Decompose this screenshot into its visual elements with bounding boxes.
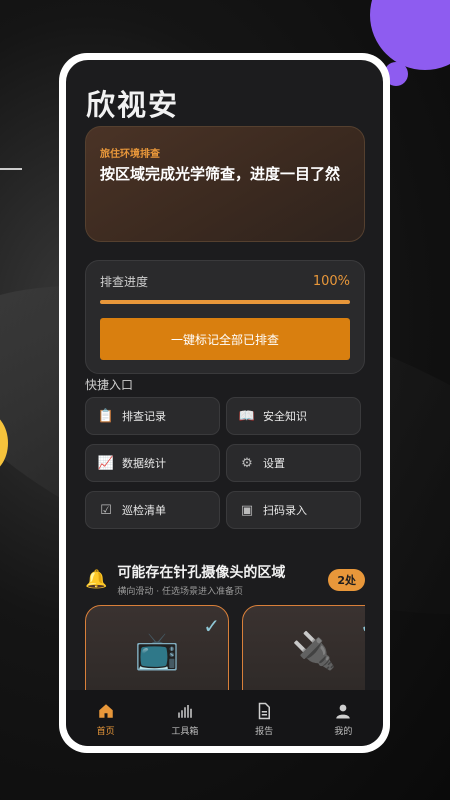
hidden-areas-header: 🔔 可能存在针孔摄像头的区域 横向滑动 · 任选场景进入准备页 2处 — [85, 562, 365, 597]
bottom-tab-bar: 首页 工具箱 报告 我的 — [66, 690, 383, 746]
progress-label: 排查进度 — [100, 275, 149, 289]
bell-icon: 🔔 — [85, 569, 108, 590]
report-icon — [258, 702, 271, 719]
tab-toolbox[interactable]: 工具箱 — [155, 702, 215, 737]
book-icon: 📖 — [238, 408, 256, 424]
quick-item-label: 数据统计 — [122, 457, 166, 470]
quick-item-safety-knowledge[interactable]: 📖 安全知识 — [226, 397, 361, 435]
tab-report[interactable]: 报告 — [234, 702, 294, 737]
hidden-areas-subtitle: 横向滑动 · 任选场景进入准备页 — [117, 587, 244, 597]
scan-icon: ▣ — [240, 502, 254, 518]
quick-item-records[interactable]: 📋 排查记录 — [85, 397, 220, 435]
tab-label: 报告 — [255, 726, 274, 737]
quick-item-label: 巡检清单 — [122, 504, 166, 517]
clipboard-icon: 📋 — [97, 408, 115, 424]
banner-tag: 旅住环境排查 — [100, 149, 160, 160]
quick-item-settings[interactable]: ⚙ 设置 — [226, 444, 361, 482]
decor-purple-circle — [370, 0, 450, 70]
toolbox-icon — [178, 704, 192, 718]
gear-icon: ⚙ — [241, 455, 253, 471]
tab-label: 我的 — [334, 726, 353, 737]
decor-line — [0, 168, 22, 170]
banner-text: 按区域完成光学筛查，进度一目了然 — [100, 165, 341, 183]
quick-item-label: 排查记录 — [122, 410, 166, 423]
tv-icon: 📺 — [134, 631, 180, 672]
checklist-icon: ☑ — [100, 502, 112, 518]
progress-card: 排查进度 100% 一键标记全部已排查 — [85, 260, 365, 374]
quick-item-scan[interactable]: ▣ 扫码录入 — [226, 491, 361, 529]
quick-entry-grid: 📋 排查记录 📖 安全知识 📈 数据统计 ⚙ 设置 ☑ 巡检清单 ▣ 扫码录入 — [85, 397, 361, 529]
area-count-badge: 2处 — [328, 568, 365, 591]
phone-frame: 欣视安 旅住环境排查 按区域完成光学筛查，进度一目了然 排查进度 100% 一键… — [59, 53, 390, 753]
tab-label: 首页 — [96, 726, 115, 737]
hero-banner[interactable]: 旅住环境排查 按区域完成光学筛查，进度一目了然 — [85, 126, 365, 242]
app-screen: 欣视安 旅住环境排查 按区域完成光学筛查，进度一目了然 排查进度 100% 一键… — [66, 60, 383, 746]
quick-item-label: 设置 — [263, 457, 285, 470]
mark-all-checked-button[interactable]: 一键标记全部已排查 — [100, 318, 350, 360]
profile-icon — [336, 704, 351, 718]
tab-profile[interactable]: 我的 — [313, 702, 373, 737]
app-title: 欣视安 — [86, 88, 180, 122]
quick-entry-title: 快捷入口 — [85, 378, 134, 392]
tab-label: 工具箱 — [171, 726, 199, 737]
tab-home[interactable]: 首页 — [76, 702, 136, 737]
quick-item-label: 安全知识 — [263, 410, 307, 423]
progress-bar-fill — [100, 300, 350, 304]
chart-icon: 📈 — [97, 455, 115, 471]
hidden-areas-title: 可能存在针孔摄像头的区域 — [117, 565, 286, 581]
quick-item-statistics[interactable]: 📈 数据统计 — [85, 444, 220, 482]
plug-icon: 🔌 — [291, 631, 337, 672]
progress-value: 100% — [312, 274, 350, 289]
quick-item-checklist[interactable]: ☑ 巡检清单 — [85, 491, 220, 529]
quick-item-label: 扫码录入 — [263, 504, 307, 517]
progress-bar — [100, 300, 350, 304]
home-icon — [98, 703, 113, 718]
